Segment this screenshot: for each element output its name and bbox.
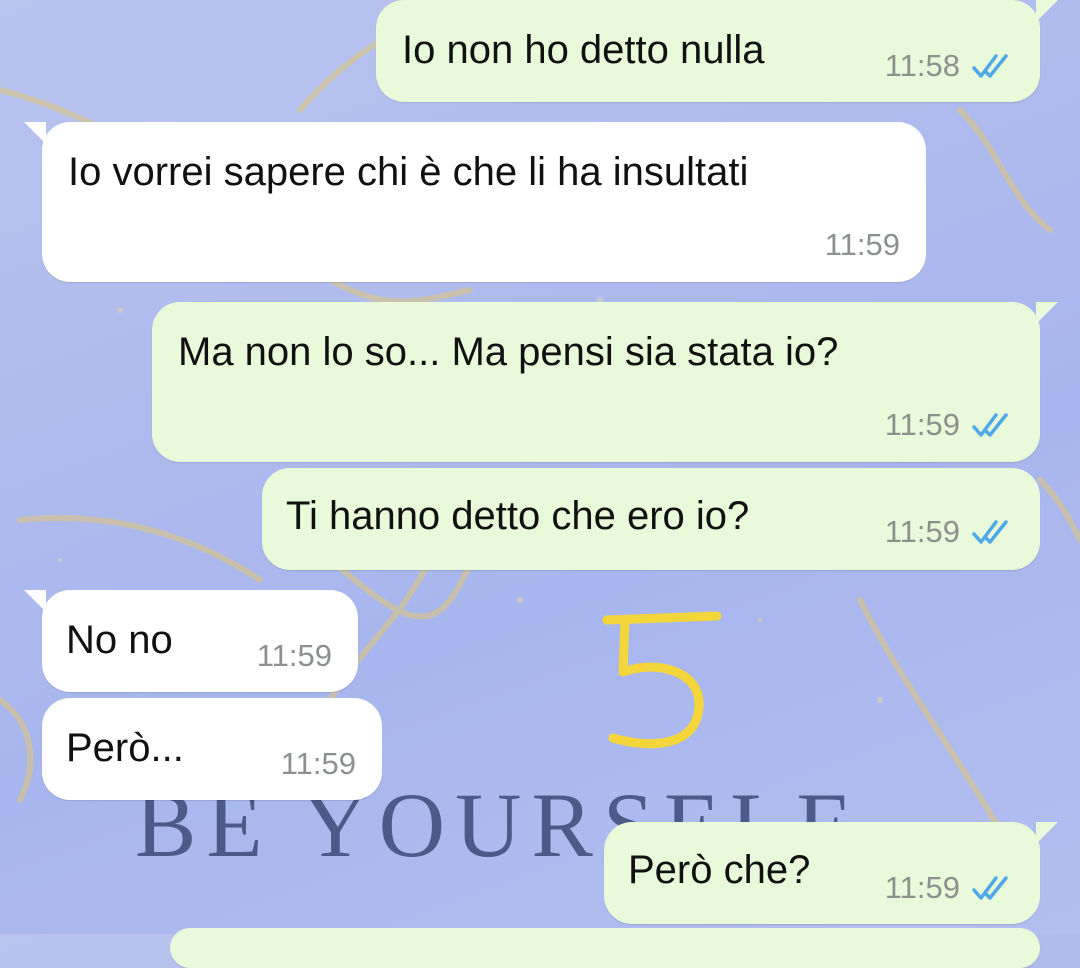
message-meta: 11:58 xyxy=(885,48,1016,84)
message-text: Però che? xyxy=(628,848,811,892)
message-meta: 11:59 xyxy=(885,514,1016,550)
double-check-read-icon xyxy=(972,413,1008,437)
message-text: Ma non lo so... Ma pensi sia stata io? xyxy=(178,330,839,374)
message-meta: 11:59 xyxy=(885,870,1016,906)
message-time: 11:59 xyxy=(824,227,900,262)
message-bubble-outgoing[interactable]: Io non ho detto nulla 11:58 xyxy=(376,0,1058,102)
message-time: 11:59 xyxy=(884,514,960,549)
message-meta: 11:59 xyxy=(885,407,1016,443)
double-check-read-icon xyxy=(972,520,1008,544)
message-bubble-incoming[interactable]: Però... 11:59 xyxy=(42,698,382,800)
double-check-read-icon xyxy=(972,876,1008,900)
message-meta: 11:59 xyxy=(257,638,332,674)
message-time: 11:59 xyxy=(884,407,960,442)
message-time: 11:59 xyxy=(884,870,960,905)
message-text: Ti hanno detto che ero io? xyxy=(286,494,750,538)
message-bubble-outgoing[interactable]: Però che? 11:59 xyxy=(604,822,1058,924)
message-time: 11:59 xyxy=(280,746,356,781)
message-time: 11:59 xyxy=(256,638,332,673)
double-check-read-icon xyxy=(972,54,1008,78)
message-text: Io non ho detto nulla xyxy=(402,28,765,72)
annotation-number-5 xyxy=(602,611,722,749)
message-text: Però... xyxy=(66,726,184,770)
message-meta: 11:59 xyxy=(281,746,356,782)
message-bubble-incoming[interactable]: No no 11:59 xyxy=(24,590,358,692)
message-bubble-outgoing-partial[interactable] xyxy=(170,928,1040,968)
message-bubble-outgoing[interactable]: Ma non lo so... Ma pensi sia stata io? 1… xyxy=(152,302,1058,462)
message-text: Io vorrei sapere chi è che li ha insulta… xyxy=(68,150,749,194)
message-time: 11:58 xyxy=(884,48,960,83)
message-text: No no xyxy=(66,618,173,662)
message-bubble-incoming[interactable]: Io vorrei sapere chi è che li ha insulta… xyxy=(24,122,926,282)
message-meta: 11:59 xyxy=(825,227,900,263)
message-bubble-outgoing[interactable]: Ti hanno detto che ero io? 11:59 xyxy=(262,468,1040,570)
